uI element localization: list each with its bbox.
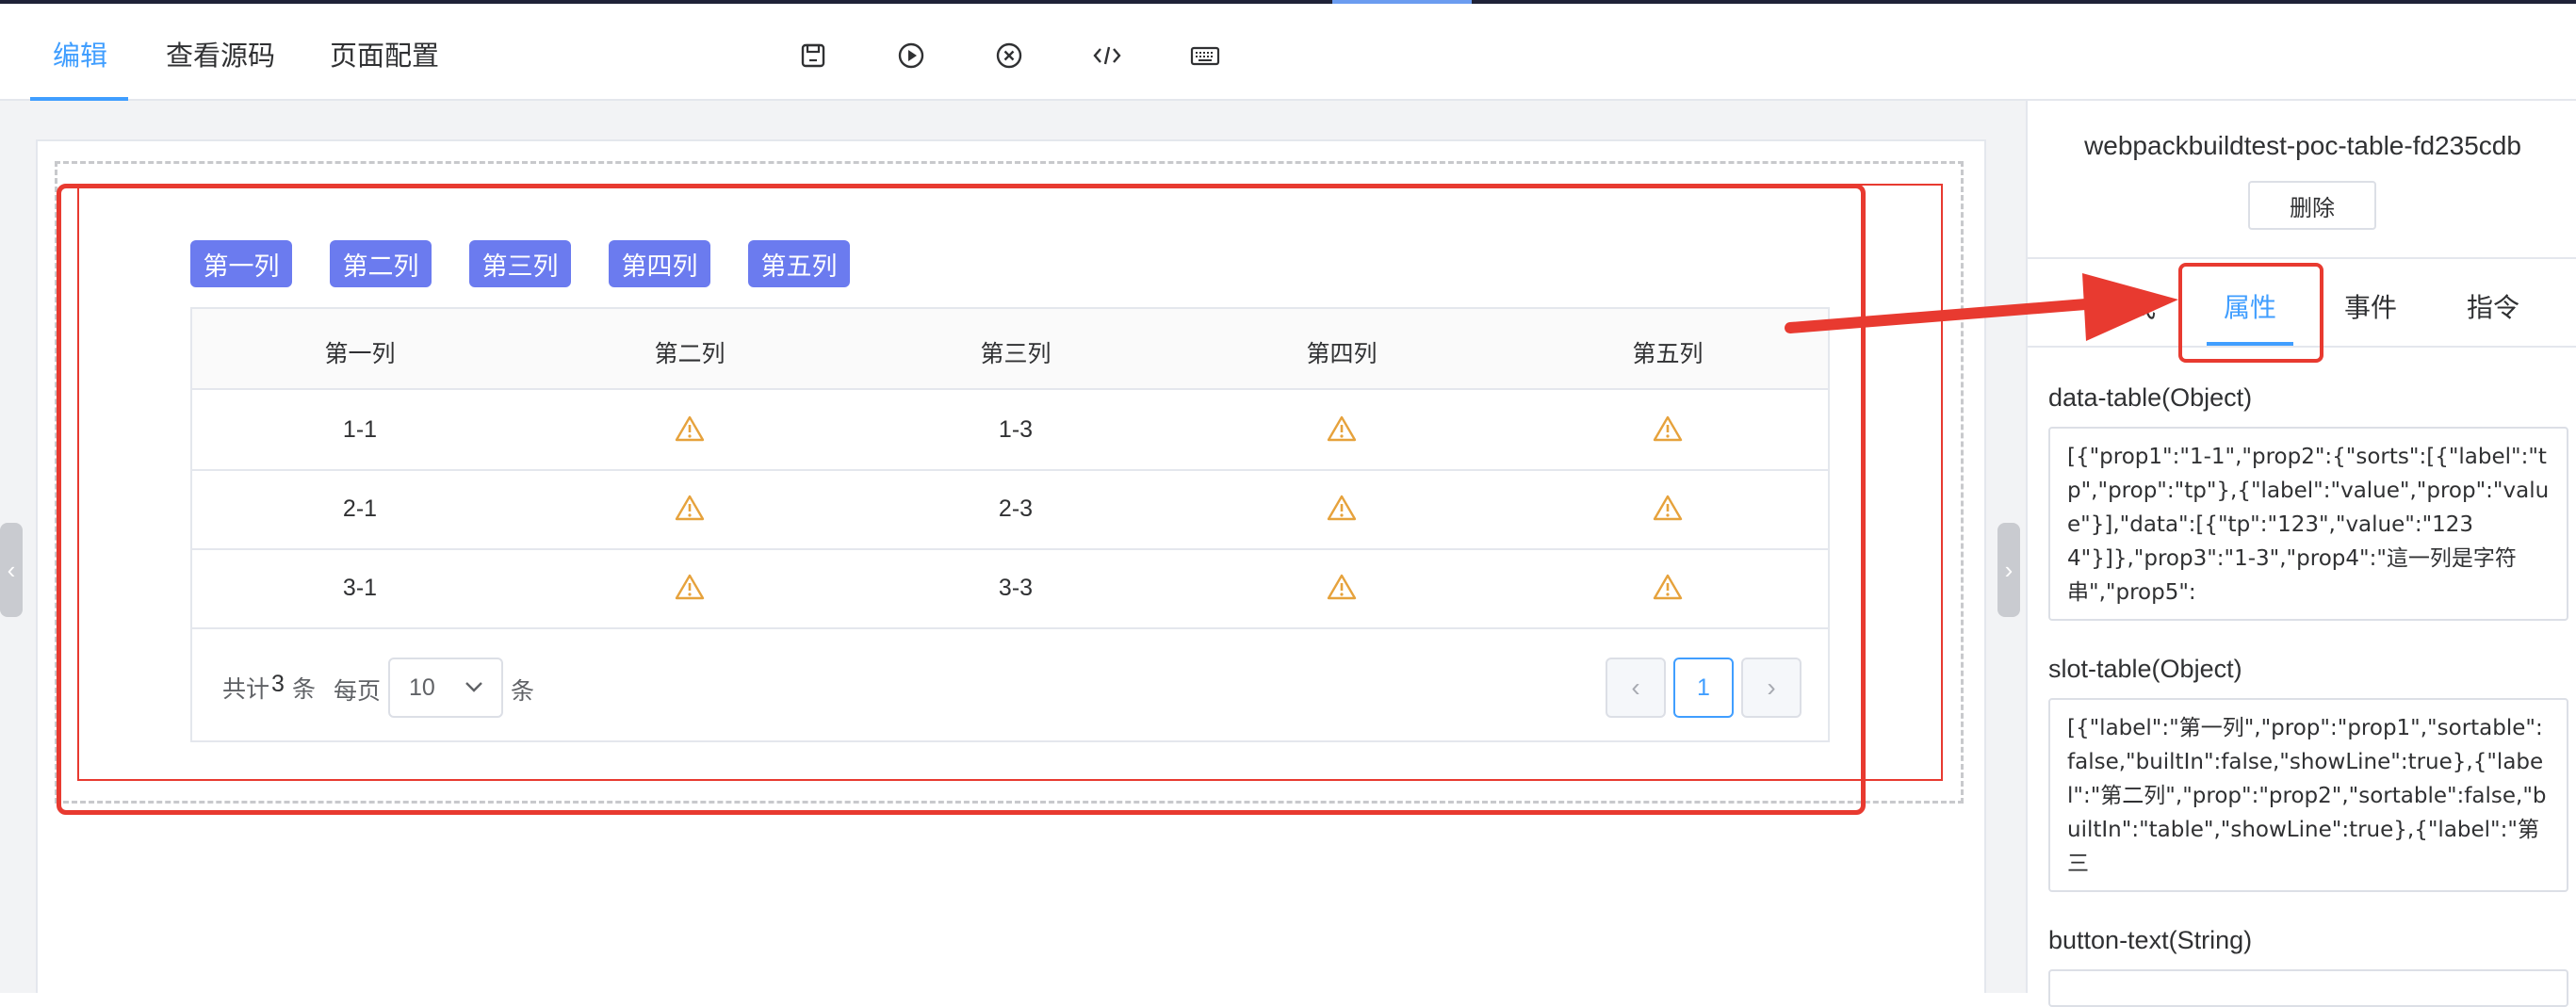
pagination-total-prefix: 共计 xyxy=(222,676,270,703)
tab-page-config[interactable]: 页面配置 xyxy=(330,34,439,73)
top-accent-highlight xyxy=(1332,0,1472,4)
right-panel-toggle[interactable]: › xyxy=(1997,523,2020,617)
next-page-button[interactable]: › xyxy=(1741,658,1802,718)
top-accent-bar xyxy=(0,0,2576,4)
warning-icon xyxy=(1327,495,1357,521)
per-page-unit: 条 xyxy=(511,678,535,705)
warning-icon xyxy=(675,415,705,442)
column-button-4[interactable]: 第四列 xyxy=(609,240,710,287)
row-divider xyxy=(192,469,1828,471)
keyboard-icon[interactable] xyxy=(1189,40,1221,72)
header-cell-4[interactable]: 第四列 xyxy=(1306,335,1377,369)
pagination: 共计 3 条 每页 10 条 ‹ 1 › xyxy=(192,627,1828,744)
warning-icon xyxy=(1653,415,1683,442)
prev-page-button[interactable]: ‹ xyxy=(1606,658,1666,718)
table-cell: 1-1 xyxy=(342,416,378,443)
per-page-label: 每页 xyxy=(334,678,382,705)
save-icon[interactable] xyxy=(797,40,829,72)
pagination-total-suffix: 条 xyxy=(292,676,317,703)
properties-panel: webpackbuildtest-poc-table-fd235cdb 删除 样… xyxy=(2026,101,2576,1007)
warning-icon xyxy=(1653,574,1683,600)
table-cell: 1-3 xyxy=(998,416,1034,443)
page-size-select[interactable]: 10 xyxy=(388,658,503,718)
play-icon[interactable] xyxy=(895,40,927,72)
warning-icon xyxy=(1327,415,1357,442)
pagination-total-count: 3 xyxy=(271,671,285,697)
page-size-value: 10 xyxy=(409,674,435,701)
row-divider xyxy=(192,548,1828,550)
tab-view-source[interactable]: 查看源码 xyxy=(166,34,275,73)
column-button-1[interactable]: 第一列 xyxy=(190,240,292,287)
header-cell-5[interactable]: 第五列 xyxy=(1632,335,1703,369)
warning-icon xyxy=(675,495,705,521)
slot-table-textarea[interactable]: [{"label":"第一列","prop":"prop1","sortable… xyxy=(2048,698,2568,892)
tab-edit[interactable]: 编辑 xyxy=(53,34,107,73)
prop-label-slot-table: slot-table(Object) xyxy=(2048,655,2242,683)
tab-directives[interactable]: 指令 xyxy=(2467,287,2519,325)
warning-icon xyxy=(675,574,705,600)
page-number-button[interactable]: 1 xyxy=(1673,658,1734,718)
tab-style[interactable]: 样式 xyxy=(2103,287,2156,325)
tab-events[interactable]: 事件 xyxy=(2344,287,2397,325)
table-cell: 2-3 xyxy=(998,495,1034,522)
left-panel-toggle[interactable]: ‹ xyxy=(0,523,23,617)
prop-label-button-text: button-text(String) xyxy=(2048,926,2253,954)
data-table-textarea[interactable]: [{"prop1":"1-1","prop2":{"sorts":[{"labe… xyxy=(2048,427,2568,621)
button-text-input[interactable] xyxy=(2048,969,2568,1007)
top-toolbar: 编辑 查看源码 页面配置 xyxy=(0,0,2576,101)
table-cell: 2-1 xyxy=(342,495,378,522)
header-cell-2[interactable]: 第二列 xyxy=(654,335,725,369)
close-circle-icon[interactable] xyxy=(993,40,1025,72)
delete-button[interactable]: 删除 xyxy=(2248,181,2376,230)
code-icon[interactable] xyxy=(1091,40,1123,72)
header-cell-3[interactable]: 第三列 xyxy=(980,335,1051,369)
warning-icon xyxy=(1653,495,1683,521)
column-button-2[interactable]: 第二列 xyxy=(330,240,432,287)
header-cell-1[interactable]: 第一列 xyxy=(324,335,395,369)
component-name: webpackbuildtest-poc-table-fd235cdb xyxy=(2084,131,2521,160)
annotation-box-properties-tab xyxy=(2178,263,2323,363)
column-button-3[interactable]: 第三列 xyxy=(469,240,571,287)
data-table: 第一列 第二列 第三列 第四列 第五列 1-1 1-3 2-1 2-3 3-1 … xyxy=(190,307,1830,742)
chevron-down-icon xyxy=(465,682,482,692)
prop-label-data-table: data-table(Object) xyxy=(2048,383,2253,412)
table-cell: 3-3 xyxy=(998,575,1034,601)
table-cell: 3-1 xyxy=(342,575,378,601)
column-button-5[interactable]: 第五列 xyxy=(748,240,850,287)
warning-icon xyxy=(1327,574,1357,600)
